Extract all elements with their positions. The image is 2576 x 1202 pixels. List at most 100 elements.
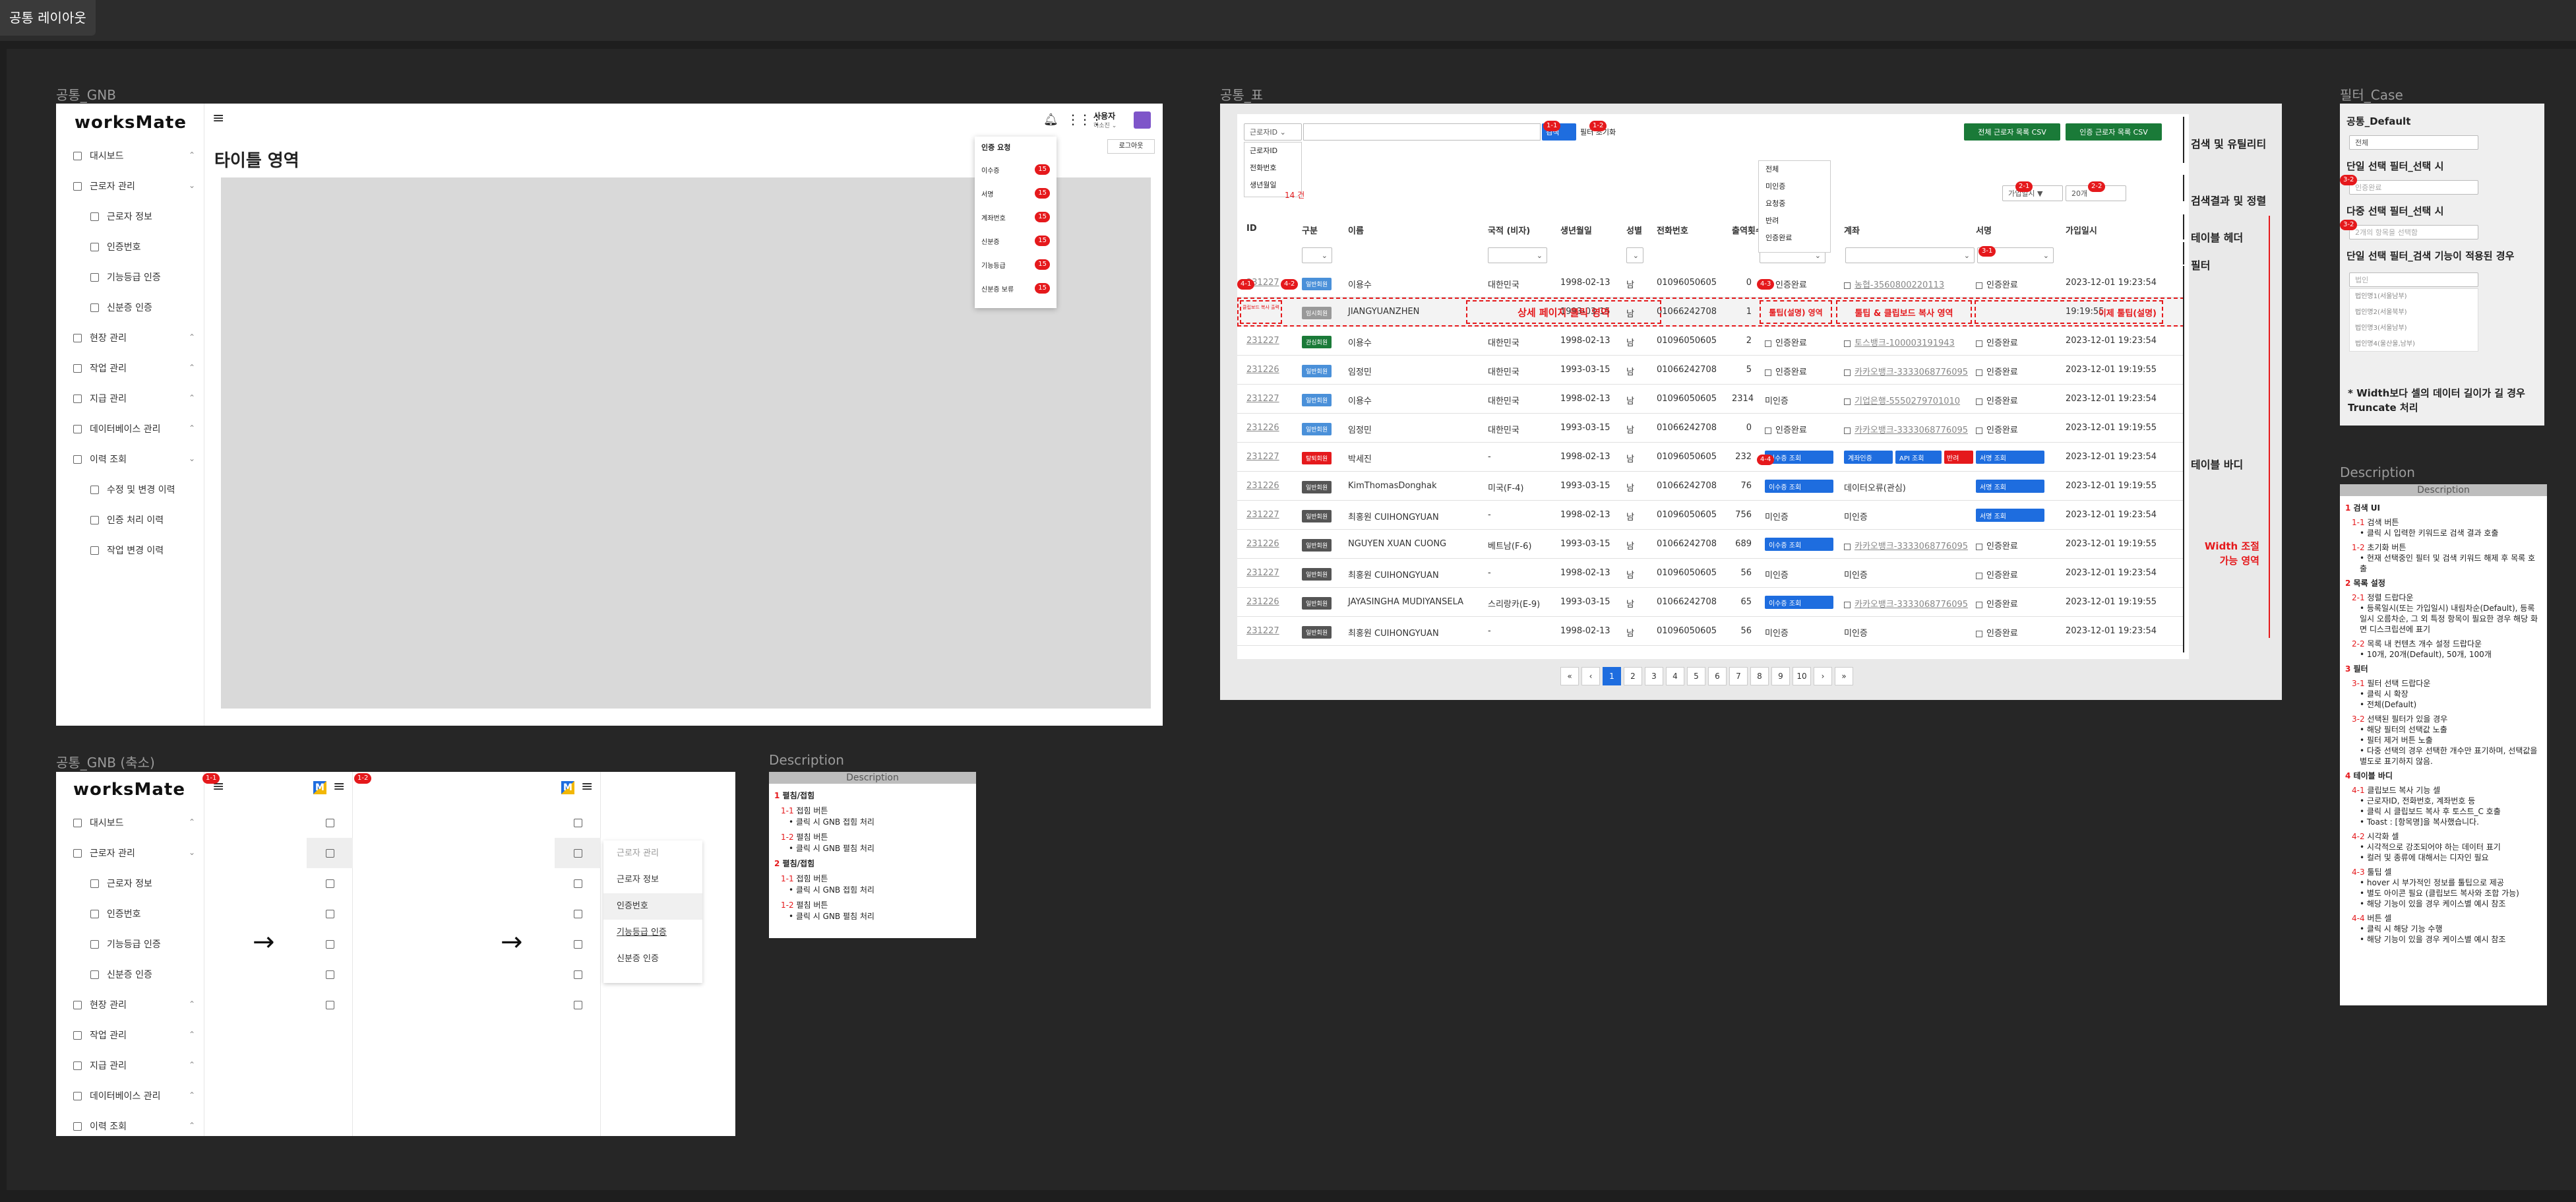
expand-menu-icon[interactable]: ≡ (333, 778, 345, 795)
sidebar-item[interactable]: 이력 조회 ⌄ (56, 444, 204, 474)
search-input[interactable] (1303, 123, 1541, 141)
sidebar-item[interactable]: 현장 관리 ⌃ (56, 323, 204, 353)
csv-cert-button[interactable]: 인증 근로자 목록 CSV (2066, 123, 2162, 141)
sign-view-button[interactable]: 서명 조회 (1976, 509, 2044, 522)
status-option[interactable]: 전체 (1759, 161, 1830, 178)
tooltip-icon[interactable] (1976, 601, 1982, 608)
case-option[interactable]: 법인명3(서울남부) (2350, 321, 2478, 336)
column-filter-select[interactable]: ⌄ (1626, 247, 1643, 263)
account-verify-button[interactable]: 계좌인증 (1844, 451, 1893, 464)
collapsed-item[interactable] (307, 959, 353, 990)
sort-select[interactable]: 가입일시 ▼ (2002, 185, 2063, 201)
cert-view-button[interactable]: 이수증 조회 (1765, 538, 1833, 551)
tooltip-icon[interactable] (1765, 427, 1771, 434)
sidebar-item[interactable]: 신분증 인증 (56, 292, 204, 323)
page-button[interactable]: 5 (1687, 667, 1705, 685)
page-button[interactable]: 3 (1645, 667, 1663, 685)
logout-button[interactable]: 로그아웃 (1107, 139, 1155, 154)
sign-view-button[interactable]: 서명 조회 (1976, 480, 2044, 493)
tooltip-area[interactable]: 툴팁(설명) 영역 (1760, 300, 1832, 324)
column-filter-select[interactable]: ⌄ (1845, 247, 1975, 263)
copy-icon[interactable] (1844, 427, 1851, 434)
tooltip-clipboard-area[interactable]: 툴팁 & 클립보드 복사 영역 (1836, 300, 1972, 324)
collapsed-item[interactable] (555, 899, 601, 929)
flyout-item[interactable]: 기능등급 인증 (603, 920, 702, 946)
case-single-select[interactable]: 인증완료 (2349, 180, 2478, 195)
cert-view-button[interactable]: 이수증 조회 (1765, 596, 1833, 609)
account[interactable]: 카카오뱅크-3333068776095 (1844, 539, 1968, 552)
sidebar-item[interactable]: 기능등급 인증 (56, 929, 204, 959)
page-button[interactable]: 4 (1666, 667, 1684, 685)
copy-icon[interactable] (1844, 601, 1851, 608)
status-option[interactable]: 요청중 (1759, 195, 1830, 212)
table-row[interactable]: 231227 관심회원 이용수 대한민국 1998-02-13 남 01096050605 2… (1237, 327, 2184, 356)
cert-view-button[interactable]: 이수증 조회 (1765, 451, 1833, 464)
collapsed-item[interactable] (555, 838, 601, 868)
page-button[interactable]: › (1814, 667, 1832, 685)
csv-all-button[interactable]: 전체 근로자 목록 CSV (1964, 123, 2060, 141)
account[interactable]: 카카오뱅크-3333068776095 (1844, 423, 1968, 435)
page-button[interactable]: » (1835, 667, 1853, 685)
collapsed-item[interactable] (555, 929, 601, 959)
sidebar-item[interactable]: 작업 변경 이력 (56, 535, 204, 565)
sidebar-item[interactable]: 대시보드 ⌃ (56, 141, 204, 171)
copy-icon[interactable] (1844, 398, 1851, 405)
notification-item[interactable]: 신분증 15 (975, 229, 1057, 253)
sidebar-item[interactable]: 근로자 관리 ⌄ (56, 838, 204, 868)
notification-item[interactable]: 신분증 보류 15 (975, 276, 1057, 300)
case-search-input[interactable]: 법인 (2349, 272, 2478, 287)
flyout-item[interactable]: 신분증 인증 (603, 946, 702, 972)
sidebar-item[interactable]: 근로자 정보 (56, 201, 204, 232)
account[interactable]: 카카오뱅크-3333068776095 (1844, 365, 1968, 377)
collapsed-item[interactable] (555, 807, 601, 838)
chevron-icon[interactable]: ⌃ (189, 1060, 195, 1069)
notification-item[interactable]: 서명 15 (975, 181, 1057, 205)
sidebar-item[interactable]: 대시보드 ⌃ (56, 807, 204, 838)
page-button[interactable]: ‹ (1581, 667, 1600, 685)
account[interactable]: 토스뱅크-100003191943 (1844, 336, 1955, 348)
page-button[interactable]: 7 (1729, 667, 1748, 685)
account[interactable]: 농협-3560800220113 (1844, 278, 1944, 290)
sidebar-item[interactable]: 근로자 정보 (56, 868, 204, 899)
collapse-menu-icon[interactable]: ≡ (212, 110, 224, 127)
sign-view-button[interactable]: 서명 조회 (1976, 451, 2044, 464)
chevron-icon[interactable]: ⌄ (189, 454, 195, 463)
account[interactable]: 기업은행-5550279701010 (1844, 394, 1960, 406)
table-row[interactable]: 231226 일반회원 JAYASINGHA MUDIYANSELA 스리랑카(E-9… (1237, 588, 2184, 617)
table-row[interactable]: 231226 일반회원 NGUYEN XUAN CUONG 베트남(F-6) 1993-… (1237, 530, 2184, 559)
avatar[interactable] (1134, 111, 1151, 129)
collapsed-item[interactable] (307, 929, 353, 959)
case-option[interactable]: 법인명4(울산울,남부) (2350, 336, 2478, 352)
tooltip-icon[interactable] (1976, 572, 1982, 579)
status-option[interactable]: 미인증 (1759, 178, 1830, 195)
tooltip-icon[interactable] (1976, 543, 1982, 550)
detail-click-area[interactable]: 상세 페이지 클릭 영역 (1466, 300, 1661, 324)
sidebar-item[interactable]: 기능등급 인증 (56, 262, 204, 292)
notification-item[interactable]: 계좌번호 15 (975, 205, 1057, 229)
collapsed-item[interactable] (555, 959, 601, 990)
table-row[interactable]: 231227 일반회원 이용수 대한민국 1998-02-13 남 01096050605 0… (1237, 269, 2184, 298)
case-default-select[interactable]: 전체 (2349, 135, 2478, 150)
page-button[interactable]: 1 (1603, 667, 1621, 685)
column-filter-select[interactable]: ⌄ (1302, 247, 1332, 263)
copy-icon[interactable] (1844, 543, 1851, 550)
chevron-icon[interactable]: ⌃ (189, 1121, 195, 1130)
sidebar-item[interactable]: 근로자 관리 ⌄ (56, 171, 204, 201)
table-row[interactable]: 231227 일반회원 최홍원 CUIHONGYUAN - 1998-02-13 남 010… (1237, 559, 2184, 588)
chevron-icon[interactable]: ⌃ (189, 393, 195, 402)
case-multi-select[interactable]: 2개의 항목을 선택함 (2349, 225, 2478, 239)
copy-icon[interactable] (1844, 282, 1851, 289)
chevron-icon[interactable]: ⌃ (189, 817, 195, 827)
search-type-select[interactable]: 근로자ID ⌄ (1244, 123, 1302, 141)
flyout-item[interactable]: 인증번호 (603, 893, 702, 920)
table-row[interactable]: 231227 일반회원 최홍원 CUIHONGYUAN - 1998-02-13 남 010… (1237, 501, 2184, 530)
user-sub[interactable]: 하소진 ⌄ (1093, 121, 1117, 129)
tooltip-icon[interactable] (1765, 340, 1771, 347)
table-row[interactable]: 231226 일반회원 임정민 대한민국 1993-03-15 남 01066242708 0… (1237, 414, 2184, 443)
page-button[interactable]: « (1560, 667, 1579, 685)
tooltip-icon[interactable] (1765, 369, 1771, 376)
collapsed-item[interactable] (307, 807, 353, 838)
page-button[interactable]: 9 (1771, 667, 1790, 685)
sidebar-item[interactable]: 데이터베이스 관리 ⌃ (56, 1081, 204, 1111)
sidebar-item[interactable]: 현장 관리 ⌃ (56, 990, 204, 1020)
